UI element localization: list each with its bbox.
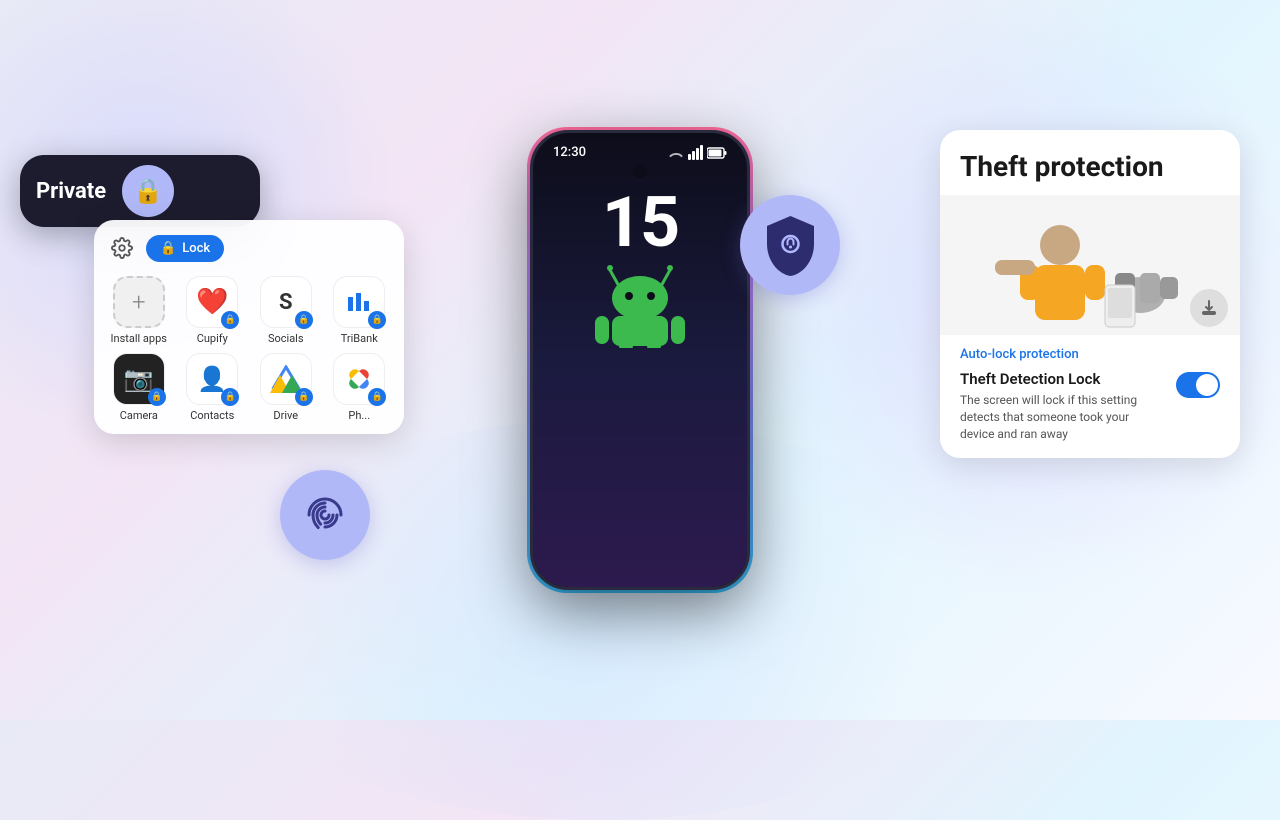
app-icon-photos: 🔒 <box>333 353 385 405</box>
app-name-tribank: TriBank <box>341 332 378 345</box>
app-grid: + Install apps ❤️ 🔒 Cupify S 🔒 Socials <box>106 276 392 422</box>
lock-chip-label: Lock <box>182 241 210 256</box>
app-lock-badge-socials: 🔒 <box>295 311 313 329</box>
grab-icon <box>1199 298 1219 318</box>
feature-text: Theft Detection Lock The screen will loc… <box>960 370 1164 442</box>
card-image <box>940 195 1240 335</box>
card-feature: Theft Detection Lock The screen will loc… <box>940 366 1240 458</box>
private-label: Private <box>36 179 106 204</box>
app-grid-panel: 🔒 Lock + Install apps ❤️ 🔒 Cupify S 🔒 So <box>94 220 404 434</box>
private-lock-button[interactable]: 🔒 <box>122 165 174 217</box>
app-name-cupify: Cupify <box>197 332 228 345</box>
status-bar: 12:30 <box>533 133 747 160</box>
wifi-status-icon <box>668 147 684 159</box>
feature-desc: The screen will lock if this setting det… <box>960 392 1164 442</box>
grab-circle <box>1190 289 1228 327</box>
app-icon-contacts: 👤 🔒 <box>186 353 238 405</box>
app-icon-socials: S 🔒 <box>260 276 312 328</box>
auto-lock-label: Auto-lock protection <box>940 335 1240 366</box>
feature-title: Theft Detection Lock <box>960 370 1164 388</box>
private-space-card: Private 🔒 <box>20 155 260 227</box>
app-item-contacts[interactable]: 👤 🔒 Contacts <box>180 353 246 422</box>
signal-bars-icon <box>688 145 703 160</box>
lock-chip-button[interactable]: 🔒 Lock <box>146 235 224 262</box>
theft-detection-toggle[interactable] <box>1176 372 1220 398</box>
lock-chip-icon: 🔒 <box>160 241 176 256</box>
shield-bubble <box>740 195 840 295</box>
card-title: Theft protection <box>940 130 1240 195</box>
theft-protection-card: Theft protection <box>940 130 1240 458</box>
battery-status-icon <box>707 147 727 159</box>
app-lock-badge-tribank: 🔒 <box>368 311 386 329</box>
app-item-tribank[interactable]: 🔒 TriBank <box>327 276 393 345</box>
phone-container: 12:30 <box>530 130 750 590</box>
panel-header: 🔒 Lock <box>106 232 392 264</box>
app-icon-drive: 🔒 <box>260 353 312 405</box>
app-name-photos: Ph... <box>348 409 370 422</box>
status-time: 12:30 <box>553 145 586 160</box>
shield-icon <box>763 214 818 276</box>
app-lock-badge-drive: 🔒 <box>295 388 313 406</box>
android-bot <box>585 258 695 348</box>
app-item-install[interactable]: + Install apps <box>106 276 172 345</box>
app-name-drive: Drive <box>273 409 298 422</box>
fingerprint-icon <box>301 491 349 539</box>
app-item-camera[interactable]: 📷 🔒 Camera <box>106 353 172 422</box>
app-lock-badge-camera: 🔒 <box>148 388 166 406</box>
app-item-socials[interactable]: S 🔒 Socials <box>253 276 319 345</box>
lock-icon: 🔒 <box>133 177 163 205</box>
app-name-camera: Camera <box>120 409 158 422</box>
settings-gear-button[interactable] <box>106 232 138 264</box>
app-icon-camera: 📷 🔒 <box>113 353 165 405</box>
app-item-photos[interactable]: 🔒 Ph... <box>327 353 393 422</box>
app-lock-badge-contacts: 🔒 <box>221 388 239 406</box>
status-icons <box>668 145 727 160</box>
app-lock-badge-photos: 🔒 <box>368 388 386 406</box>
phone-screen: 12:30 <box>533 133 747 587</box>
app-name-socials: Socials <box>268 332 304 345</box>
camera-notch <box>633 164 647 178</box>
app-name-contacts: Contacts <box>190 409 234 422</box>
app-icon-tribank: 🔒 <box>333 276 385 328</box>
app-item-cupify[interactable]: ❤️ 🔒 Cupify <box>180 276 246 345</box>
fingerprint-bubble[interactable] <box>280 470 370 560</box>
app-item-drive[interactable]: 🔒 Drive <box>253 353 319 422</box>
toggle-knob <box>1196 374 1218 396</box>
app-icon-cupify: ❤️ 🔒 <box>186 276 238 328</box>
app-name-install: Install apps <box>111 332 167 345</box>
phone: 12:30 <box>530 130 750 590</box>
app-icon-install: + <box>113 276 165 328</box>
app-lock-badge-cupify: 🔒 <box>221 311 239 329</box>
phone-clock: 15 <box>602 188 678 258</box>
